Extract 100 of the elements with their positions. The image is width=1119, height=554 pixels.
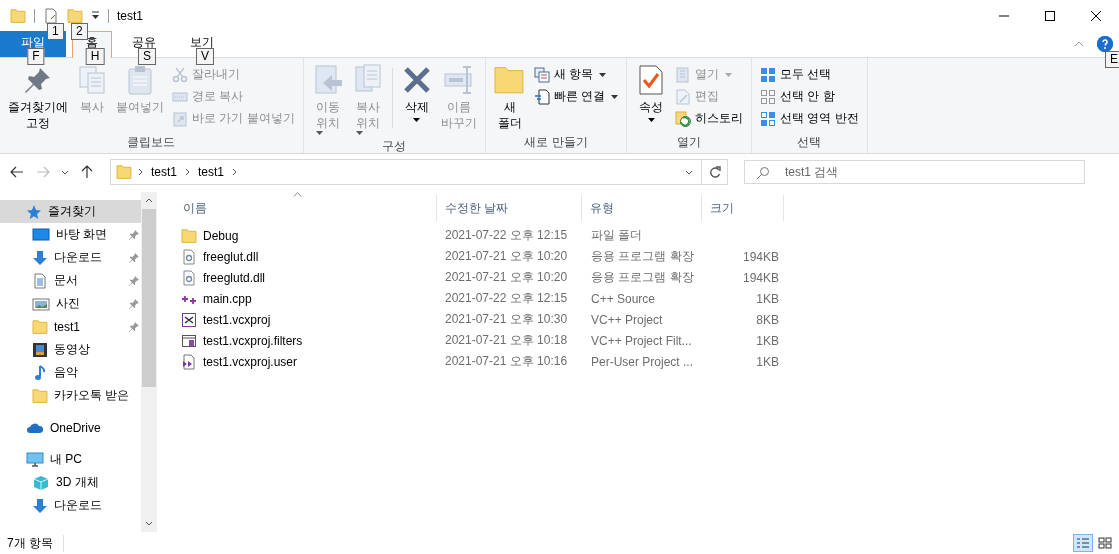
properties-button[interactable] <box>43 7 59 24</box>
open-icon <box>675 66 691 83</box>
folder-icon <box>10 7 26 24</box>
ribbon-button[interactable]: 모두 선택 <box>757 64 862 85</box>
filter-file-icon <box>181 332 197 349</box>
key-tip: 1 <box>47 22 64 40</box>
document-icon <box>43 7 59 24</box>
size-cell-text: 194KB <box>741 270 780 285</box>
ribbon-button[interactable]: 속성 <box>632 62 670 124</box>
file-name[interactable]: test1.vcxproj <box>175 311 437 328</box>
pin-icon <box>129 252 139 263</box>
edit-icon <box>675 88 691 105</box>
address-bar[interactable]: test1 test1 <box>110 159 728 185</box>
search-field[interactable]: test1 검색 <box>744 160 1085 184</box>
file-name[interactable]: freeglut.dll <box>175 248 437 265</box>
scrollbar[interactable] <box>141 192 157 532</box>
sidebar-item[interactable]: 내 PC <box>0 448 141 471</box>
chevron-right-icon <box>232 168 238 176</box>
sidebar-item[interactable]: OneDrive <box>0 416 141 439</box>
sidebar-item[interactable]: 다운로드 <box>0 246 141 269</box>
file-name[interactable]: test1.vcxproj.filters <box>175 332 437 349</box>
customize-button[interactable] <box>91 11 100 20</box>
sidebar-item[interactable]: 음악 <box>0 361 141 384</box>
caret-icon <box>725 72 732 77</box>
caret-icon <box>647 118 655 122</box>
forward-arrow-icon <box>36 166 50 178</box>
breadcrumb-item[interactable]: test1 <box>149 165 179 179</box>
sidebar-item[interactable]: 동영상 <box>0 338 141 361</box>
folder-icon <box>493 64 526 96</box>
caret-icon <box>413 118 421 122</box>
search-icon <box>756 166 770 180</box>
copy-icon <box>76 64 108 96</box>
ribbon-button[interactable]: 히스토리 <box>672 108 746 129</box>
date-cell-text: 2021-07-21 오후 10:16 <box>444 353 569 370</box>
date-cell-text: 2021-07-21 오후 10:20 <box>444 248 569 265</box>
file-name[interactable]: freeglutd.dll <box>175 269 437 286</box>
sidebar-item[interactable]: test1 <box>0 315 141 338</box>
sidebar-item[interactable]: 즐겨찾기 <box>0 200 141 223</box>
type-cell-text: C++ Source <box>590 291 657 306</box>
sidebar-item[interactable]: 다운로드 <box>0 494 141 517</box>
type-cell-text: VC++ Project <box>590 312 664 327</box>
file-name[interactable]: test1.vcxproj.user <box>175 353 437 370</box>
chevron-right-icon <box>138 168 143 176</box>
date-cell-text: 2021-07-21 오후 10:20 <box>444 269 569 286</box>
ribbon-button[interactable]: 새 폴더 <box>490 62 529 133</box>
sidebar-item[interactable]: 3D 개체 <box>0 471 141 494</box>
column-header[interactable]: 유형 <box>582 195 702 221</box>
sidebar-item[interactable]: 바탕 화면 <box>0 223 141 246</box>
invert-selection-icon <box>760 110 776 127</box>
folder-icon <box>67 7 83 24</box>
music-note-icon <box>32 364 48 381</box>
breadcrumb-item[interactable]: test1 <box>196 165 227 179</box>
chevron-down-icon <box>145 521 153 526</box>
chevron-up-icon <box>1074 41 1084 47</box>
ribbon-button[interactable]: 선택 영역 반전 <box>757 108 862 129</box>
ribbon-button[interactable]: 빠른 연결 <box>530 86 621 107</box>
new-folder-button[interactable] <box>67 7 83 24</box>
sidebar-item[interactable]: 문서 <box>0 269 141 292</box>
sidebar-item[interactable]: 사진 <box>0 292 141 315</box>
date-cell-text: 2021-07-22 오후 12:15 <box>444 227 569 244</box>
ribbon-button[interactable]: 새 항목 <box>530 64 621 85</box>
help-button[interactable] <box>1097 36 1113 52</box>
down-arrow-icon <box>32 249 48 266</box>
chevron-down-icon <box>61 169 69 175</box>
group-label: 열기 <box>676 134 702 151</box>
up-arrow-icon <box>81 165 93 179</box>
pin-icon <box>129 275 139 286</box>
folder-icon <box>181 227 197 244</box>
refresh-icon <box>708 166 721 178</box>
group-label: 클립보드 <box>126 134 177 151</box>
back-arrow-icon <box>10 166 24 178</box>
key-tip: F <box>27 48 45 65</box>
caret-icon <box>611 94 618 99</box>
ribbon-button[interactable]: 즐겨찾기에 고정 <box>5 62 71 133</box>
pin-icon <box>129 321 139 332</box>
file-name[interactable]: Debug <box>175 227 437 244</box>
caret-icon <box>315 131 323 135</box>
size-cell-text: 1KB <box>755 354 780 369</box>
item-count: 7개 항목 <box>7 534 64 552</box>
details-view-button[interactable] <box>1073 534 1093 552</box>
rename-icon <box>442 64 475 96</box>
tiles-view-button[interactable] <box>1095 534 1115 552</box>
scroll-thumb[interactable] <box>142 209 156 387</box>
type-cell-text: 파일 폴더 <box>590 227 644 244</box>
ribbon-button[interactable]: 선택 안 함 <box>757 86 862 107</box>
size-cell-text: 1KB <box>755 291 780 306</box>
monitor-icon <box>32 226 50 243</box>
chevron-down-icon <box>685 169 693 175</box>
column-header[interactable]: 크기 <box>702 195 784 221</box>
ribbon-button[interactable]: 삭제 <box>397 62 436 124</box>
file-name[interactable]: main.cpp <box>175 290 437 307</box>
user-project-icon <box>181 353 197 370</box>
size-cell-text: 8KB <box>755 312 780 327</box>
size-cell-text: 1KB <box>755 333 780 348</box>
film-icon <box>32 341 48 358</box>
sidebar-item[interactable]: 카카오톡 받은 <box>0 384 141 407</box>
help-icon <box>1097 36 1113 52</box>
column-header[interactable]: 이름 <box>175 195 437 221</box>
column-header[interactable]: 수정한 날짜 <box>437 195 582 221</box>
folder-icon <box>32 318 48 335</box>
